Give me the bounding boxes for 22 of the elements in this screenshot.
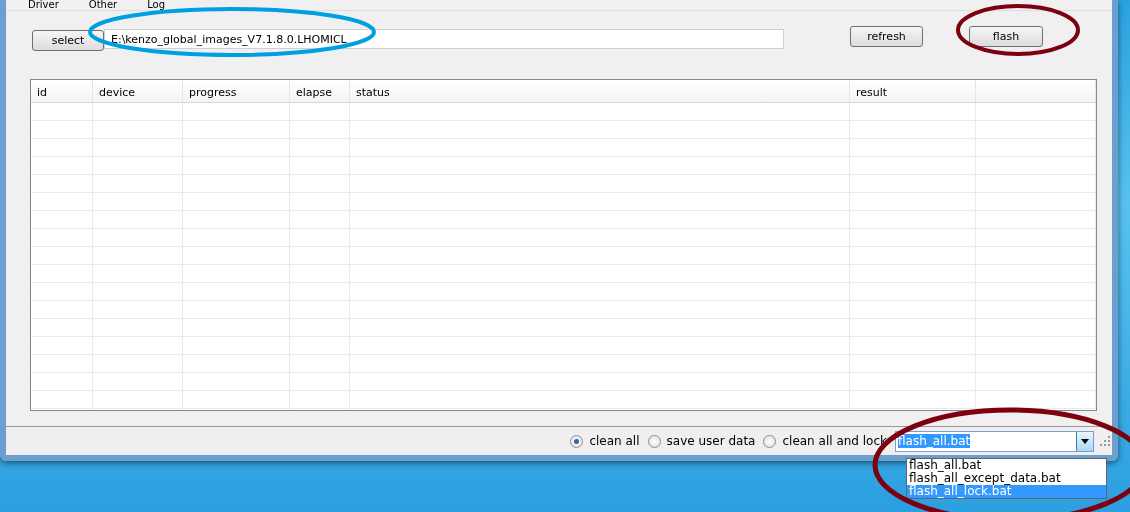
column-header[interactable]: progress — [183, 80, 290, 102]
refresh-button[interactable]: refresh — [850, 25, 923, 47]
resize-grip-icon[interactable] — [1100, 436, 1110, 446]
select-button[interactable]: select — [32, 29, 104, 51]
column-header[interactable]: result — [850, 80, 976, 102]
column-header[interactable]: id — [31, 80, 93, 102]
flash-button[interactable]: flash — [969, 25, 1043, 47]
menu-item[interactable]: Other — [88, 0, 118, 10]
radio-button[interactable] — [570, 434, 584, 448]
path-field[interactable]: E:\kenzo_global_images_V7.1.8.0.LHOMICL — [104, 29, 784, 49]
radio-button[interactable] — [763, 434, 777, 448]
column-header[interactable]: elapse — [290, 80, 350, 102]
radio-label[interactable]: clean all and lock — [782, 434, 887, 448]
radio-label[interactable]: clean all — [589, 434, 640, 448]
column-header[interactable]: device — [93, 80, 183, 102]
dropdown-option[interactable]: flash_all.bat — [907, 459, 1106, 472]
radio-label[interactable]: save user data — [666, 434, 756, 448]
radio-button[interactable] — [647, 434, 661, 448]
column-header[interactable]: status — [350, 80, 850, 102]
menu-item[interactable]: Log — [147, 0, 166, 10]
dropdown-option[interactable]: flash_all_except_data.bat — [907, 472, 1106, 485]
menu-item[interactable]: Driver — [28, 0, 59, 10]
